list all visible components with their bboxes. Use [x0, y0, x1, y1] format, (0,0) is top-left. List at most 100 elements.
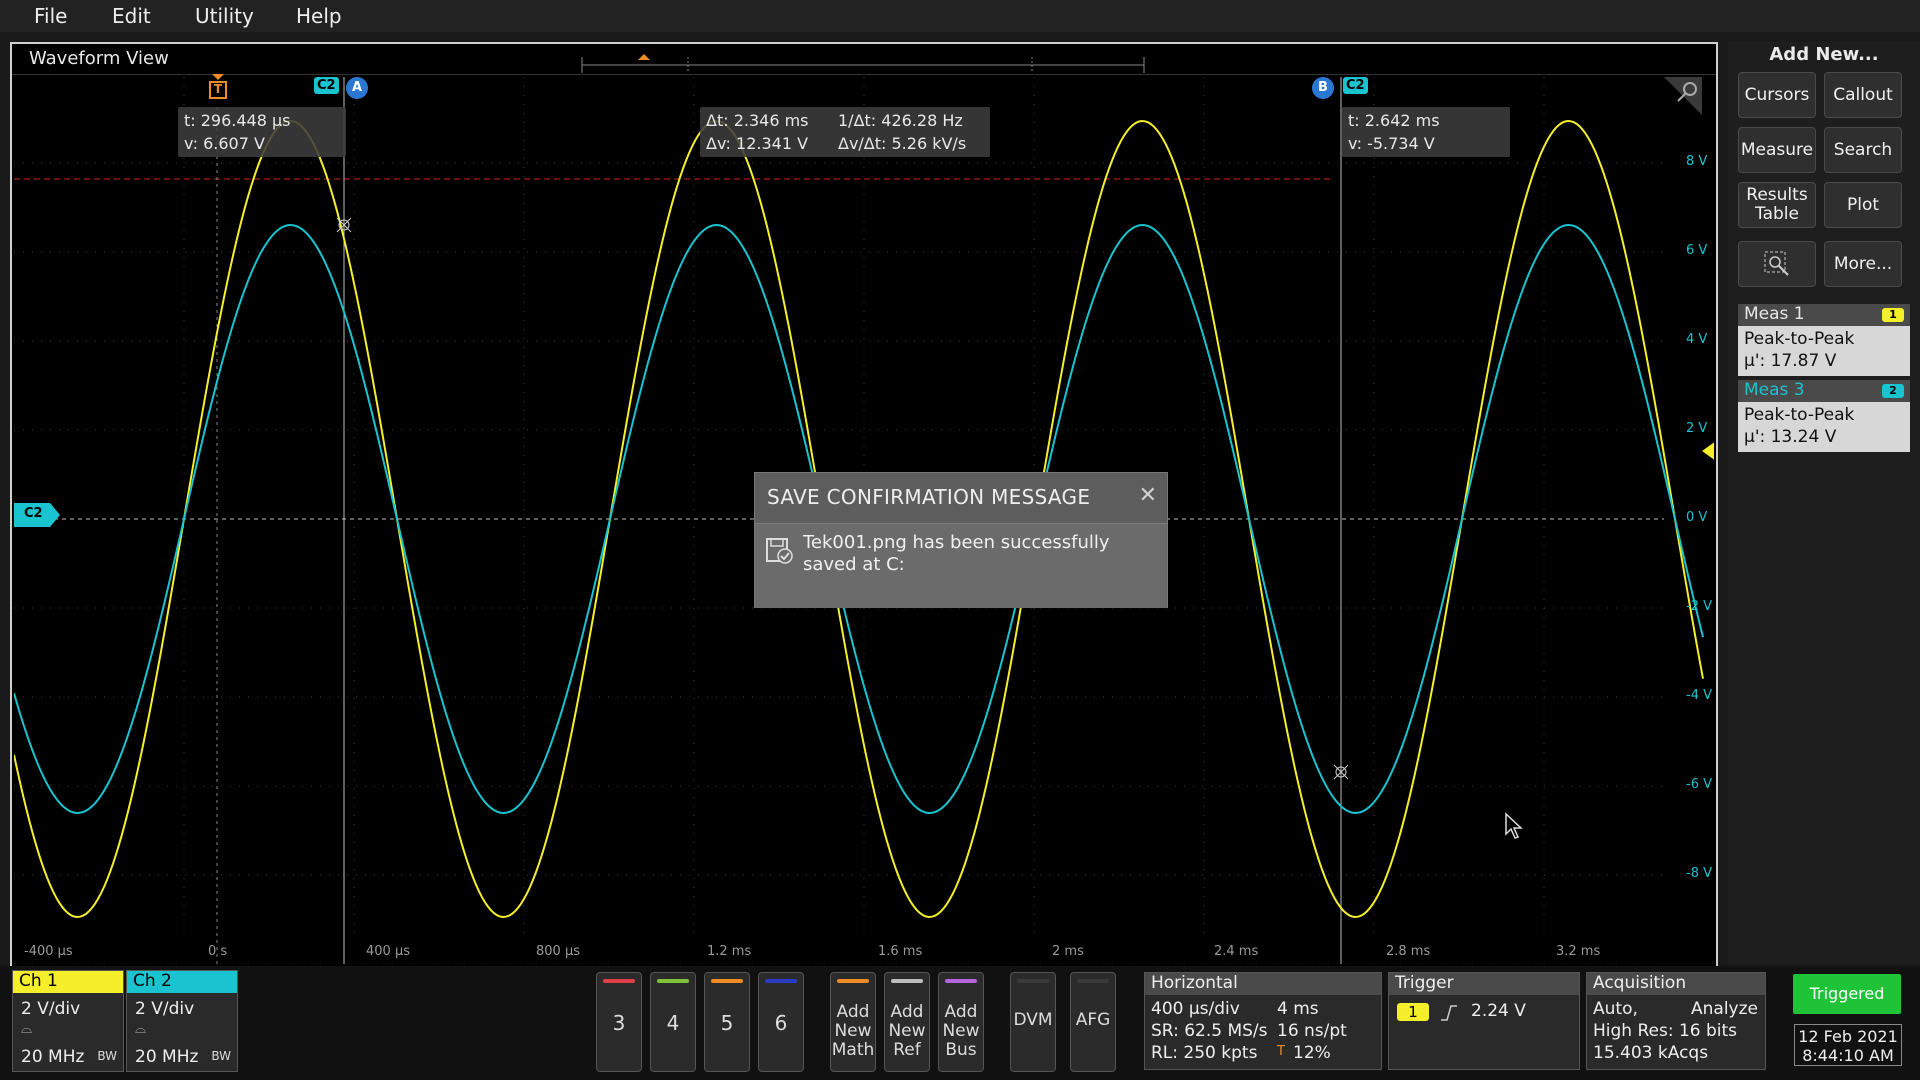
menu-utility[interactable]: Utility — [195, 4, 254, 28]
acquisition-panel[interactable]: Acquisition Auto, Analyze High Res: 16 b… — [1586, 972, 1766, 1070]
acquisition-count: 15.403 kAcqs — [1593, 1043, 1709, 1063]
probe-icon: ⌓ — [21, 1021, 33, 1037]
mouse-pointer-icon — [1505, 812, 1523, 839]
x-tick: 2.4 ms — [1214, 944, 1259, 959]
waveform-header-divider — [12, 74, 1716, 75]
delta-voltage: Δv: 12.341 V — [706, 134, 809, 153]
callout-button[interactable]: Callout — [1824, 72, 1902, 118]
meas3-value: µ': 13.24 V — [1744, 427, 1837, 447]
add-bus-label: Add New Bus — [942, 1002, 980, 1060]
horizontal-title: Horizontal — [1145, 973, 1381, 995]
ch3-color-bar — [603, 979, 635, 983]
y-tick: -6 V — [1686, 777, 1712, 792]
trigger-panel[interactable]: Trigger 1 2.24 V — [1388, 972, 1580, 1070]
ch3-label: 3 — [612, 1011, 626, 1035]
meas3-type: Peak-to-Peak — [1744, 405, 1855, 425]
search-button[interactable]: Search — [1824, 127, 1902, 173]
ch1-badge[interactable]: Ch 1 2 V/div ⌓ 20 MHz BW — [12, 970, 124, 1072]
measure-button[interactable]: Measure — [1738, 127, 1816, 173]
afg-button[interactable]: AFG — [1070, 972, 1116, 1072]
horizontal-scale: 400 µs/div — [1151, 999, 1240, 1019]
x-tick: 2 ms — [1052, 944, 1084, 959]
y-tick: -4 V — [1686, 688, 1712, 703]
bus-color-bar — [945, 979, 977, 983]
meas1-badge[interactable]: Meas 1 1 Peak-to-Peak µ': 17.87 V — [1738, 304, 1910, 376]
ch2-bandwidth: 20 MHz — [135, 1047, 199, 1067]
settings-bar: Ch 1 2 V/div ⌓ 20 MHz BW Ch 2 2 V/div ⌓ … — [0, 966, 1920, 1080]
acquisition-resolution: High Res: 16 bits — [1593, 1021, 1738, 1041]
ch2-ground-marker[interactable]: C2 — [14, 503, 60, 527]
trigger-position-icon: T — [1277, 1044, 1285, 1059]
add-math-label: Add New Math — [831, 1002, 875, 1060]
inverse-delta-time: 1/Δt: 426.28 Hz — [838, 111, 963, 130]
cursors-button[interactable]: Cursors — [1738, 72, 1816, 118]
ch5-label: 5 — [720, 1011, 734, 1035]
menu-file[interactable]: File — [34, 4, 67, 28]
ch1-scale: 2 V/div — [21, 999, 81, 1019]
x-tick: 3.2 ms — [1556, 944, 1601, 959]
waveform-view-title: Waveform View — [29, 48, 169, 69]
delta-slope: Δv/Δt: 5.26 kV/s — [838, 134, 967, 153]
horizontal-panel[interactable]: Horizontal 400 µs/div 4 ms SR: 62.5 MS/s… — [1144, 972, 1382, 1070]
dialog-body: Tek001.png has been successfully saved a… — [755, 523, 1167, 608]
triggered-status[interactable]: Triggered — [1793, 974, 1901, 1014]
cursor-a-badge[interactable]: A — [346, 77, 368, 99]
ch4-label: 4 — [666, 1011, 680, 1035]
add-new-ref-button[interactable]: Add New Ref — [884, 972, 930, 1072]
ref-color-bar — [891, 979, 923, 983]
channel-5-button[interactable]: 5 — [704, 972, 750, 1072]
meas3-badge[interactable]: Meas 3 2 Peak-to-Peak µ': 13.24 V — [1738, 380, 1910, 452]
menu-edit[interactable]: Edit — [112, 4, 151, 28]
ch1-label: Ch 1 — [13, 971, 123, 993]
probe-icon: ⌓ — [135, 1021, 147, 1037]
ch2-scale: 2 V/div — [135, 999, 195, 1019]
date: 12 Feb 2021 — [1798, 1027, 1898, 1046]
x-tick: 2.8 ms — [1386, 944, 1431, 959]
add-ref-label: Add New Ref — [888, 1002, 926, 1060]
add-new-bus-button[interactable]: Add New Bus — [938, 972, 984, 1072]
channel-6-button[interactable]: 6 — [758, 972, 804, 1072]
dialog-title: SAVE CONFIRMATION MESSAGE — [767, 485, 1091, 509]
add-new-math-button[interactable]: Add New Math — [830, 972, 876, 1072]
zoom-tool-icon[interactable] — [1664, 77, 1702, 115]
cursor-b-time: t: 2.642 ms — [1348, 111, 1440, 130]
save-success-icon — [766, 538, 793, 564]
add-new-heading: Add New... — [1769, 44, 1879, 65]
meas1-type: Peak-to-Peak — [1744, 329, 1855, 349]
more-button[interactable]: More... — [1824, 241, 1902, 287]
cursor-b-badge[interactable]: B — [1312, 77, 1334, 99]
dialog-message: Tek001.png has been successfully saved a… — [803, 532, 1110, 575]
dvm-label: DVM — [1013, 1010, 1053, 1030]
trigger-level: 2.24 V — [1471, 1001, 1526, 1021]
x-tick: 800 µs — [536, 944, 580, 959]
zoom-button[interactable] — [1738, 241, 1816, 287]
ch4-color-bar — [657, 979, 689, 983]
time: 8:44:10 AM — [1802, 1046, 1894, 1065]
meas1-value: µ': 17.87 V — [1744, 351, 1837, 371]
channel-4-button[interactable]: 4 — [650, 972, 696, 1072]
rising-edge-icon — [1441, 1005, 1457, 1021]
menu-help[interactable]: Help — [296, 4, 342, 28]
plot-button[interactable]: Plot — [1824, 182, 1902, 228]
cursor-b-channel-badge: C2 — [1343, 77, 1368, 94]
y-tick: 8 V — [1686, 154, 1708, 169]
trigger-level-marker[interactable] — [1702, 441, 1714, 461]
horizontal-duration: 4 ms — [1277, 999, 1319, 1019]
meas3-body: Peak-to-Peak µ': 13.24 V — [1738, 402, 1910, 452]
cursor-b-readout: t: 2.642 ms v: -5.734 V — [1342, 107, 1510, 157]
ch2-badge[interactable]: Ch 2 2 V/div ⌓ 20 MHz BW — [126, 970, 238, 1072]
afg-color-bar — [1077, 979, 1109, 983]
save-confirmation-dialog: SAVE CONFIRMATION MESSAGE ✕ Tek001.png h… — [754, 472, 1168, 608]
meas1-body: Peak-to-Peak µ': 17.87 V — [1738, 326, 1910, 376]
trigger-position-marker[interactable]: T — [208, 74, 228, 99]
channel-3-button[interactable]: 3 — [596, 972, 642, 1072]
close-icon[interactable]: ✕ — [1139, 483, 1157, 508]
x-tick: 0 s — [208, 944, 228, 959]
dvm-button[interactable]: DVM — [1010, 972, 1056, 1072]
cursor-delta-readout: Δt: 2.346 ms 1/Δt: 426.28 Hz Δv: 12.341 V… — [700, 107, 990, 157]
meas1-source-tag: 1 — [1882, 308, 1904, 322]
x-tick: 1.2 ms — [707, 944, 752, 959]
y-tick: 2 V — [1686, 421, 1708, 436]
acquisition-title: Acquisition — [1587, 973, 1765, 995]
results-table-button[interactable]: Results Table — [1738, 182, 1816, 228]
